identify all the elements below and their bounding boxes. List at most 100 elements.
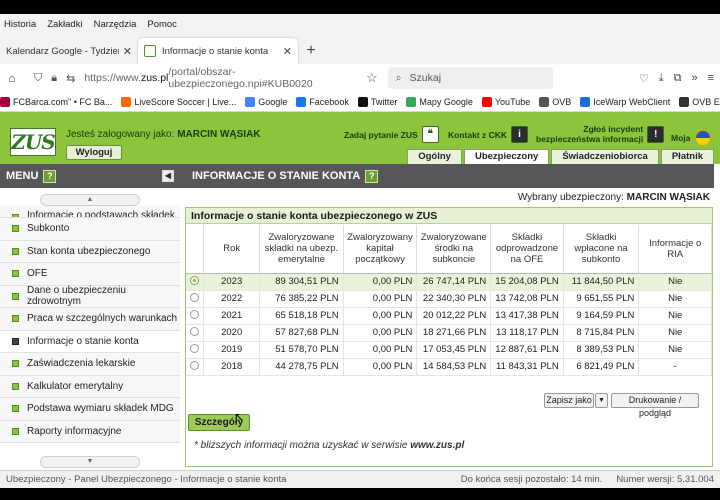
bookmark-item[interactable]: FCBarca.com" • FC Ba... [0,96,112,107]
incident-link[interactable]: Zgłoś incydent bezpieczeństwa informacji… [536,124,665,144]
incident-line2: bezpieczeństwa informacji [536,134,644,144]
table-row[interactable]: 2021 65 518,18 PLN 0,00 PLN 20 012,22 PLN 13… [186,307,712,325]
bookmark-item[interactable]: OVB [539,96,572,107]
shield-icon[interactable]: ⛉ [34,72,42,85]
bullet-icon [12,292,19,300]
bookmark-item[interactable]: Twitter [357,96,398,107]
bullet-icon [12,315,19,323]
menu-scroll-down-button[interactable]: ▼ [40,456,140,468]
row-select-radio[interactable] [190,275,199,285]
menu-item-label: Zaświadczenia lekarskie [27,358,136,370]
tab-platnik[interactable]: Płatnik [660,149,714,164]
bookmark-item[interactable]: YouTube [481,96,530,107]
menu-zakladki[interactable]: Zakładki [47,19,82,30]
menu-item[interactable]: Stan konta ubezpieczonego [0,240,180,263]
new-tab-button[interactable]: + [298,38,324,64]
tab-google-calendar[interactable]: Kalendarz Google - Tydzień, w ✕ [0,38,138,64]
help-icon[interactable]: ? [43,169,57,183]
collapse-menu-icon[interactable]: ◀ [162,170,174,182]
extensions-icon[interactable]: ⧉ [674,72,682,85]
menu-item[interactable]: Subkonto [0,218,180,241]
table-row[interactable]: 2018 44 278,75 PLN 0,00 PLN 14 584,53 PLN 11… [186,358,712,376]
download-icon[interactable]: ⤓ [659,72,664,85]
table-row[interactable]: 2019 51 578,70 PLN 0,00 PLN 17 053,45 PLN 12… [186,341,712,359]
content-header: INFORMACJE O STANIE KONTA ? [180,164,714,188]
bookmark-item[interactable]: LiveScore Soccer | Live... [121,96,237,107]
language-switch[interactable]: Moja [671,130,712,146]
table-row[interactable]: 2020 57 827,68 PLN 0,00 PLN 18 271,66 PLN 13… [186,324,712,342]
logged-user: MARCIN WĄSIAK [177,129,261,140]
table-row[interactable]: 2023 89 304,51 PLN 0,00 PLN 26 747,14 PLN 15… [186,273,712,291]
menu-scroll-up-button[interactable]: ▲ [40,194,140,206]
menu-item[interactable]: Informacje o podstawach składek [0,206,180,218]
menu-item[interactable]: Dane o ubezpieczeniu zdrowotnym [0,285,180,308]
tab-account-info[interactable]: Informacje o stanie konta ✕ [138,38,298,64]
column-header: Rok [203,225,261,274]
bookmark-star-icon[interactable]: ☆ [366,70,378,86]
zus-logo[interactable]: ZUS [10,128,56,156]
search-icon: ⌕ [395,71,402,84]
menu-item[interactable]: Podstawa wymiaru składek MDG [0,398,180,421]
row-select-radio[interactable] [190,326,199,336]
row-select-radio[interactable] [190,292,199,302]
toolbar-icons: ♡ ⤓ ⧉ » ≡ [639,72,720,85]
table-cell: 8 715,84 PLN [563,324,640,342]
row-radio-cell [186,273,204,291]
overflow-icon[interactable]: » [691,72,697,85]
url-bar[interactable]: ⛉ 🔒︎ ⇆ https://www. zus.pl/portal/obszar-… [34,66,364,90]
row-select-radio[interactable] [190,343,199,353]
menu-item-label: Informacje o stanie konta [27,335,139,347]
menu-historia[interactable]: Historia [4,19,36,30]
browser-menubar: Historia Zakładki Narzędzia Pomoc [0,14,720,34]
tab-ubezpieczony[interactable]: Ubezpieczony [463,149,550,164]
menu-item-label: OFE [27,268,48,280]
bookmark-label: Twitter [370,96,398,107]
table-row[interactable]: 2022 76 385,22 PLN 0,00 PLN 22 340,30 PLN 13… [186,290,712,308]
bookmark-item[interactable]: Google [245,96,287,107]
close-icon[interactable]: ✕ [123,45,132,58]
bookmark-label: IceWarp WebClient [593,96,671,107]
tab-ogolny[interactable]: Ogólny [407,149,462,164]
menu-pomoc[interactable]: Pomoc [147,19,177,30]
search-input[interactable]: ⌕ Szukaj [387,67,553,89]
table-cell: 26 747,14 PLN [416,273,492,291]
help-icon[interactable]: ? [365,169,379,183]
logout-button[interactable]: Wyloguj [66,145,122,160]
logged-prefix: Jesteś zalogowany jako: [66,129,175,140]
bookmark-item[interactable]: OVB EASY [679,96,720,107]
save-as-button[interactable]: Zapisz jako [544,393,594,408]
menu-item[interactable]: Zaświadczenia lekarskie [0,353,180,376]
row-radio-cell [186,290,204,308]
bookmark-label: LiveScore Soccer | Live... [134,96,237,107]
permissions-icon[interactable]: ⇆ [66,72,75,85]
save-as-dropdown-icon[interactable]: ▼ [595,393,608,408]
tab-swiadczeniobiorca[interactable]: Świadczeniobiorca [551,149,659,164]
close-icon[interactable]: ✕ [283,45,292,58]
status-bar: Ubezpieczony - Panel Ubezpieczonego - In… [0,470,720,488]
ask-zus-link[interactable]: Zadaj pytanie ZUS ❝ [344,126,439,143]
lock-icon[interactable]: 🔒︎ [51,72,57,85]
menu-item[interactable]: Informacje o stanie konta [0,330,180,353]
bullet-icon [12,360,19,368]
table-cell: 20 012,22 PLN [416,307,492,325]
menu-item[interactable]: Raporty informacyjne [0,420,180,443]
menu-item[interactable]: Kalkulator emerytalny [0,375,180,398]
hamburger-menu-icon[interactable]: ≡ [708,72,714,85]
home-icon[interactable]: ⌂ [0,71,24,85]
bookmark-item[interactable]: Mapy Google [406,96,473,107]
bookmark-item[interactable]: IceWarp WebClient [580,96,671,107]
menu-narzedzia[interactable]: Narzędzia [94,19,137,30]
pocket-icon[interactable]: ♡ [639,72,649,85]
bookmark-item[interactable]: Facebook [296,96,349,107]
row-select-radio[interactable] [190,309,199,319]
contact-ckk-link[interactable]: Kontakt z CKK i [448,126,529,143]
row-select-radio[interactable] [190,360,199,370]
menu-item-label: Subkonto [27,223,70,235]
menu-item[interactable]: Praca w szczególnych warunkach [0,308,180,331]
status-breadcrumb: Ubezpieczony - Panel Ubezpieczonego - In… [6,474,287,485]
incident-label: Zgłoś incydent bezpieczeństwa informacji [536,124,643,144]
bookmark-label: OVB [552,96,572,107]
menu-item[interactable]: OFE [0,263,180,286]
footnote-link[interactable]: www.zus.pl [410,440,464,451]
print-preview-button[interactable]: Drukowanie / podgląd [611,393,699,418]
